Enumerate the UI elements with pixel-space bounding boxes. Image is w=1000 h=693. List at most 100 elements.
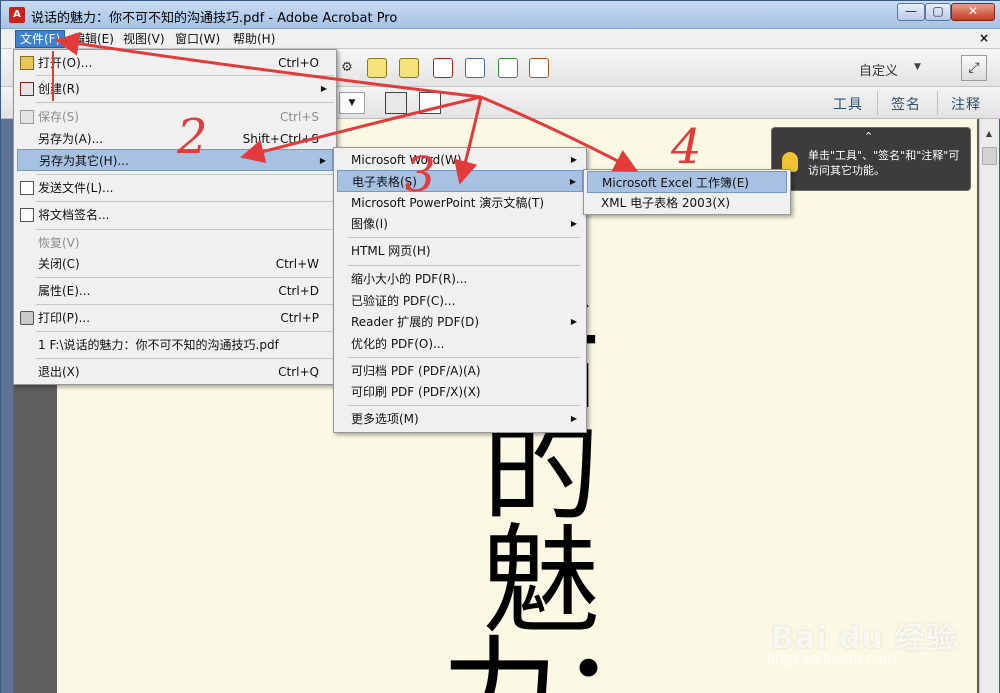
menu-item-reader-extended-pdf[interactable]: Reader 扩展的 PDF(D) ▶	[337, 311, 583, 333]
submenu-arrow-icon: ▶	[570, 317, 577, 326]
menu-item-certified-pdf[interactable]: 已验证的 PDF(C)...	[337, 290, 583, 312]
submenu-arrow-icon: ▶	[570, 219, 577, 228]
menu-item-properties[interactable]: 属性(E)... Ctrl+D	[17, 280, 333, 302]
delete-page-icon[interactable]	[433, 58, 453, 78]
close-window-button[interactable]: ✕	[951, 3, 995, 21]
menu-separator	[36, 174, 334, 175]
comment-bubble-icon[interactable]	[367, 58, 387, 78]
menu-item-label: Microsoft PowerPoint 演示文稿(T)	[351, 196, 545, 210]
menu-item-label: XML 电子表格 2003(X)	[601, 196, 731, 210]
window-title: 说话的魅力：你不可不知的沟通技巧.pdf - Adobe Acrobat Pro	[31, 11, 398, 26]
edit-document-icon[interactable]	[529, 58, 549, 78]
settings-gear-icon[interactable]: ⚙	[337, 58, 357, 78]
menu-item-revert[interactable]: 恢复(V)	[17, 232, 333, 254]
menu-item-label: 退出(X)	[38, 365, 80, 379]
menu-edit[interactable]: 编辑(E)	[69, 30, 118, 48]
menu-item-send-file[interactable]: 发送文件(L)...	[17, 177, 333, 199]
collapse-caret-icon[interactable]: ⌃	[864, 130, 873, 143]
menu-item-label: 创建(R)	[38, 82, 80, 96]
menu-item-open[interactable]: 打开(O)... Ctrl+O	[17, 52, 333, 74]
printer-icon	[20, 311, 34, 325]
menu-item-shortcut: Ctrl+O	[278, 56, 319, 70]
customize-dropdown[interactable]: 自定义	[859, 60, 898, 79]
menu-item-printable-pdf[interactable]: 可印刷 PDF (PDF/X)(X)	[337, 381, 583, 403]
page-dropdown[interactable]: ▼	[339, 92, 365, 114]
menu-item-label: 更多选项(M)	[351, 412, 419, 426]
expand-icon[interactable]: ⤢	[961, 55, 987, 81]
menu-separator	[348, 357, 580, 358]
menu-item-label: 保存(S)	[38, 110, 79, 124]
menu-item-sign-document[interactable]: 将文档签名...	[17, 204, 333, 226]
rotate-page-icon[interactable]	[465, 58, 485, 78]
menu-item-close[interactable]: 关闭(C) Ctrl+W	[17, 253, 333, 275]
menu-item-save[interactable]: 保存(S) Ctrl+S	[17, 106, 333, 128]
menu-item-label: 另存为其它(H)...	[39, 154, 129, 168]
save-as-other-submenu: Microsoft Word(W) ▶ 电子表格(S) ▶ Microsoft …	[333, 147, 587, 433]
menu-item-exit[interactable]: 退出(X) Ctrl+Q	[17, 361, 333, 383]
menu-item-reduced-pdf[interactable]: 缩小大小的 PDF(R)...	[337, 268, 583, 290]
menu-separator	[36, 304, 334, 305]
menu-item-save-as[interactable]: 另存为(A)... Shift+Ctrl+S	[17, 128, 333, 150]
menu-item-spreadsheet[interactable]: 电子表格(S) ▶	[337, 170, 583, 192]
annotation-step-4: 4	[671, 119, 702, 175]
menu-item-html[interactable]: HTML 网页(H)	[337, 240, 583, 262]
menu-item-shortcut: Ctrl+Q	[278, 365, 319, 379]
menu-separator	[36, 75, 334, 76]
menu-item-recent-file[interactable]: 1 F:\说话的魅力：你不可不知的沟通技巧.pdf	[17, 334, 333, 356]
menu-item-print[interactable]: 打印(P)... Ctrl+P	[17, 307, 333, 329]
menu-separator	[348, 405, 580, 406]
menu-item-more-options[interactable]: 更多选项(M) ▶	[337, 408, 583, 430]
maximize-button[interactable]: ▢	[925, 3, 951, 21]
mail-icon	[20, 181, 34, 195]
menu-item-powerpoint[interactable]: Microsoft PowerPoint 演示文稿(T)	[337, 192, 583, 214]
file-menu: 打开(O)... Ctrl+O 创建(R) ▶ 保存(S) Ctrl+S 另存为…	[13, 49, 337, 385]
menu-separator	[36, 331, 334, 332]
sign-pane-link[interactable]: 签名	[891, 94, 921, 114]
menu-file[interactable]: 文件(F)	[15, 30, 66, 48]
menu-help[interactable]: 帮助(H)	[229, 30, 279, 48]
sign-icon	[20, 208, 34, 222]
menu-item-word[interactable]: Microsoft Word(W) ▶	[337, 149, 583, 171]
menu-item-archivable-pdf[interactable]: 可归档 PDF (PDF/A)(A)	[337, 360, 583, 382]
watermark-url: jingyan.baidu.com	[767, 651, 897, 667]
extract-page-icon[interactable]	[498, 58, 518, 78]
tools-pane-link[interactable]: 工具	[833, 94, 863, 114]
submenu-arrow-icon: ▶	[569, 177, 576, 186]
menu-view[interactable]: 视图(V)	[119, 30, 169, 48]
folder-open-icon	[20, 56, 34, 70]
feature-tip-popup: ⌃ 单击"工具"、"签名"和"注释"可访问其它功能。	[771, 127, 971, 191]
menu-separator	[36, 358, 334, 359]
submenu-arrow-icon: ▶	[570, 155, 577, 164]
separator	[877, 91, 878, 115]
menu-item-xml-spreadsheet[interactable]: XML 电子表格 2003(X)	[587, 192, 787, 214]
scrollbar-thumb[interactable]	[982, 147, 997, 165]
highlight-text-icon[interactable]	[399, 58, 419, 78]
acrobat-window: A 说话的魅力：你不可不知的沟通技巧.pdf - Adobe Acrobat P…	[0, 0, 1000, 693]
menu-item-label: 已验证的 PDF(C)...	[351, 294, 456, 308]
menu-item-optimized-pdf[interactable]: 优化的 PDF(O)...	[337, 333, 583, 355]
menu-window[interactable]: 窗口(W)	[171, 30, 224, 48]
menu-item-label: Reader 扩展的 PDF(D)	[351, 315, 480, 329]
vertical-scrollbar[interactable]	[979, 119, 999, 693]
menu-item-image[interactable]: 图像(I) ▶	[337, 213, 583, 235]
create-pdf-icon	[20, 82, 34, 96]
menu-separator	[36, 102, 334, 103]
scroll-up-icon[interactable]: ▲	[983, 129, 995, 141]
fit-page-icon[interactable]	[419, 92, 441, 114]
comment-pane-link[interactable]: 注释	[951, 94, 981, 114]
menu-item-label: HTML 网页(H)	[351, 244, 431, 258]
menu-item-create[interactable]: 创建(R) ▶	[17, 78, 333, 100]
menu-item-shortcut: Ctrl+D	[278, 284, 319, 298]
save-file-icon[interactable]	[385, 92, 407, 114]
left-navigation-strip	[1, 119, 13, 693]
submenu-arrow-icon: ▶	[319, 156, 326, 165]
close-document-icon[interactable]: ×	[979, 31, 989, 45]
acrobat-app-icon: A	[9, 7, 25, 23]
menu-item-label: 优化的 PDF(O)...	[351, 337, 445, 351]
menu-item-save-as-other[interactable]: 另存为其它(H)... ▶	[17, 149, 333, 171]
menu-item-label: 关闭(C)	[38, 257, 80, 271]
menu-separator	[348, 265, 580, 266]
minimize-button[interactable]: —	[897, 3, 925, 21]
submenu-arrow-icon: ▶	[320, 84, 327, 93]
submenu-arrow-icon: ▶	[570, 414, 577, 423]
